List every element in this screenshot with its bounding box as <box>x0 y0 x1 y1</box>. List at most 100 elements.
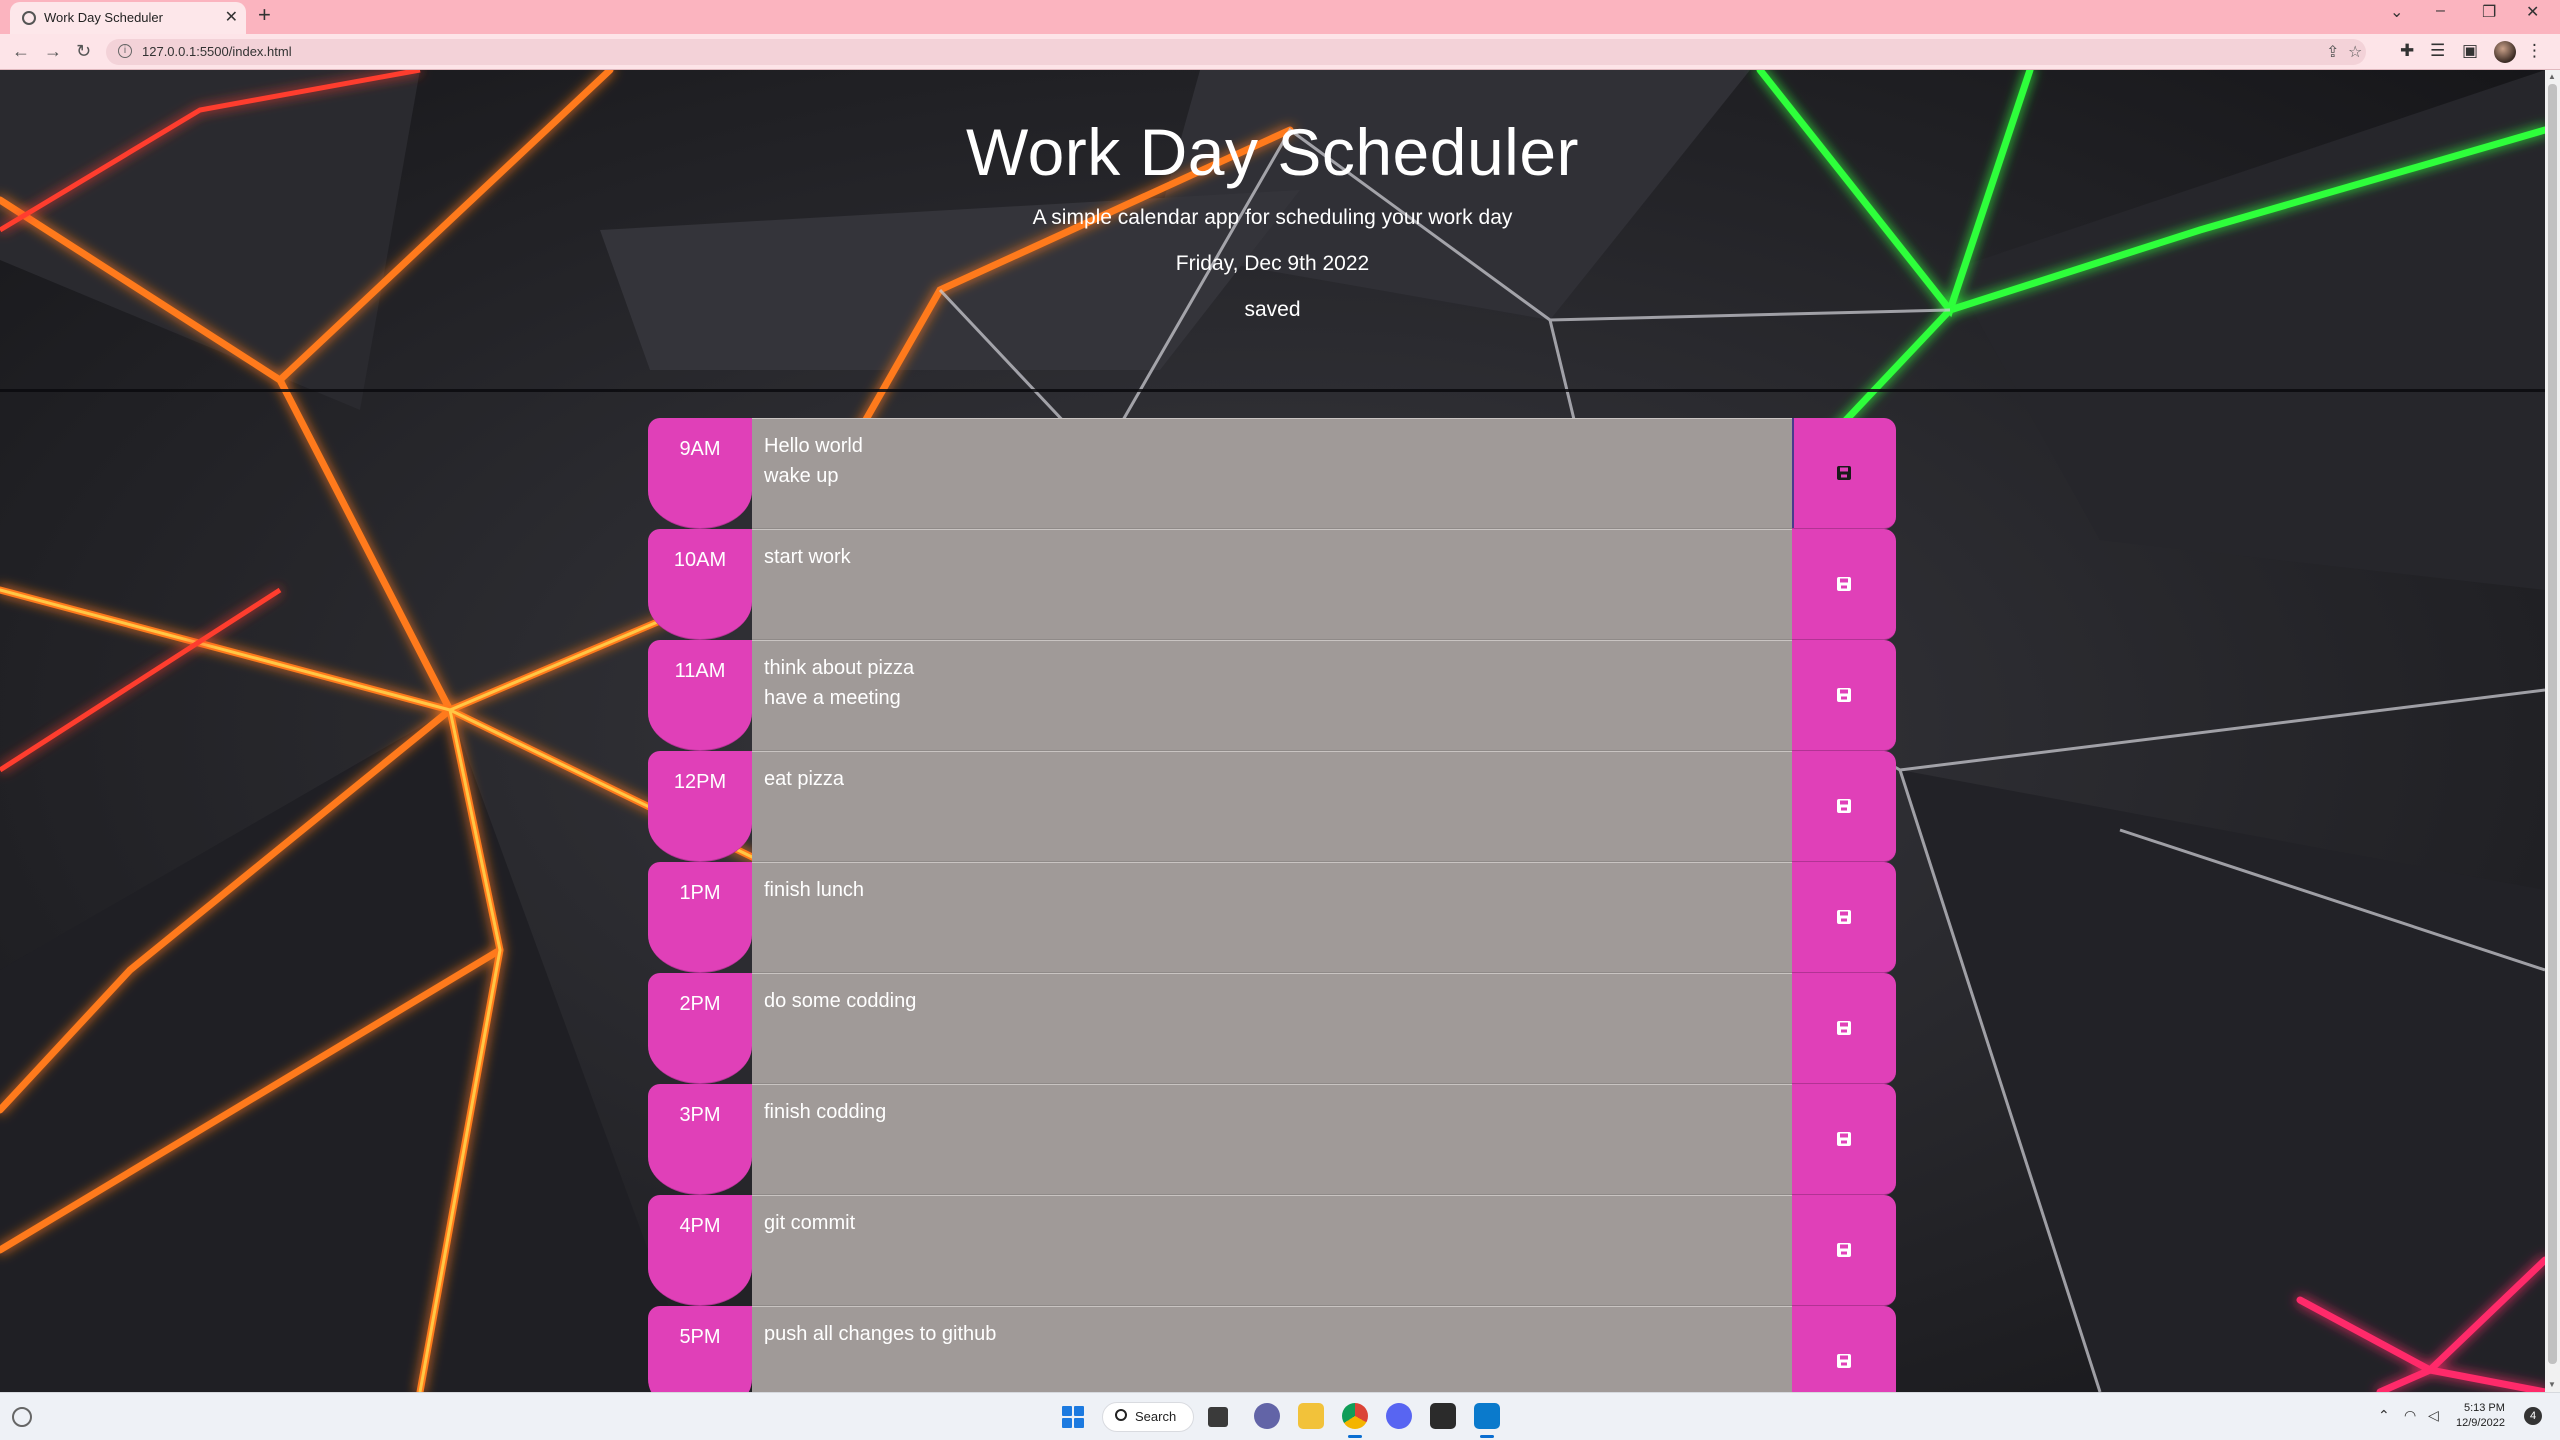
windows-logo-icon <box>1074 1418 1084 1428</box>
floppy-disk-icon <box>1837 1021 1851 1035</box>
active-app-indicator <box>1348 1435 1362 1438</box>
timeblock-row: 3PM finish codding <box>648 1084 1896 1195</box>
floppy-disk-icon <box>1837 577 1851 591</box>
tab-title: Work Day Scheduler <box>44 10 163 25</box>
minimize-button[interactable]: – <box>2436 2 2445 20</box>
scroll-down-icon[interactable]: ▼ <box>2548 1380 2556 1389</box>
reading-list-icon[interactable]: ☰ <box>2430 41 2445 61</box>
profile-avatar[interactable] <box>2494 41 2516 63</box>
hour-label: 10AM <box>648 529 752 640</box>
task-textarea[interactable]: think about pizza have a meeting <box>752 640 1792 751</box>
discord-icon[interactable] <box>1386 1403 1412 1429</box>
save-button[interactable] <box>1792 640 1896 751</box>
floppy-disk-icon <box>1837 910 1851 924</box>
task-line: start work <box>764 546 851 568</box>
task-textarea[interactable]: eat pizza <box>752 751 1792 862</box>
hour-label: 1PM <box>648 862 752 973</box>
file-explorer-icon[interactable] <box>1298 1403 1324 1429</box>
windows-logo-icon <box>1062 1418 1072 1428</box>
hour-label: 9AM <box>648 418 752 529</box>
system-clock[interactable]: 5:13 PM 12/9/2022 <box>2456 1401 2505 1431</box>
hour-label: 2PM <box>648 973 752 1084</box>
task-textarea[interactable]: Hello world wake up <box>752 418 1792 529</box>
browser-tab[interactable]: Work Day Scheduler ✕ <box>10 2 246 34</box>
task-view-icon[interactable] <box>1208 1407 1228 1427</box>
site-info-icon[interactable]: i <box>118 44 132 58</box>
url-text: 127.0.0.1:5500/index.html <box>142 44 292 59</box>
hour-label: 5PM <box>648 1306 752 1392</box>
page-scrollbar[interactable]: ▲ ▼ <box>2545 70 2560 1392</box>
teams-chat-icon[interactable] <box>1254 1403 1280 1429</box>
hour-label: 4PM <box>648 1195 752 1306</box>
reload-icon[interactable]: ↻ <box>76 41 91 62</box>
volume-icon[interactable]: ◁ <box>2428 1407 2439 1424</box>
task-textarea[interactable]: finish codding <box>752 1084 1792 1195</box>
vscode-icon[interactable] <box>1474 1403 1500 1429</box>
scroll-up-icon[interactable]: ▲ <box>2548 72 2556 81</box>
terminal-icon[interactable] <box>1430 1403 1456 1429</box>
page-title: Work Day Scheduler <box>965 115 1580 189</box>
task-textarea[interactable]: do some codding <box>752 973 1792 1084</box>
task-line: finish lunch <box>764 879 865 901</box>
task-line: git commit <box>764 1212 856 1234</box>
timeblock-row: 10AM start work <box>648 529 1896 640</box>
tab-search-icon[interactable]: ⌄ <box>2390 2 2403 22</box>
save-status: saved <box>1244 298 1301 321</box>
windows-logo-icon <box>1074 1406 1084 1416</box>
search-icon <box>1115 1409 1127 1421</box>
task-line: eat pizza <box>764 768 845 790</box>
address-bar[interactable]: i 127.0.0.1:5500/index.html ⇪ ☆ <box>106 39 2366 65</box>
new-tab-button[interactable]: + <box>258 2 271 28</box>
floppy-disk-icon <box>1837 1354 1851 1368</box>
hour-label: 3PM <box>648 1084 752 1195</box>
hour-label: 12PM <box>648 751 752 862</box>
save-button[interactable] <box>1792 418 1896 529</box>
extensions-icon[interactable]: ✚ <box>2400 41 2414 61</box>
close-window-button[interactable]: ✕ <box>2526 2 2539 22</box>
notification-badge[interactable]: 4 <box>2524 1407 2542 1425</box>
task-line: push all changes to github <box>764 1323 997 1345</box>
task-textarea[interactable]: git commit <box>752 1195 1792 1306</box>
clock-time: 5:13 PM <box>2463 1402 2505 1414</box>
task-line: finish codding <box>764 1101 887 1123</box>
side-panel-icon[interactable]: ▣ <box>2462 41 2478 61</box>
floppy-disk-icon <box>1837 688 1851 702</box>
widgets-icon[interactable] <box>12 1407 32 1427</box>
search-label: Search <box>1135 1409 1177 1424</box>
timeblock-row: 1PM finish lunch <box>648 862 1896 973</box>
task-line: have a meeting <box>764 687 901 709</box>
save-button[interactable] <box>1792 1195 1896 1306</box>
forward-icon[interactable]: → <box>44 41 62 62</box>
timeblock-row: 4PM git commit <box>648 1195 1896 1306</box>
timeblock-row: 2PM do some codding <box>648 973 1896 1084</box>
bookmark-star-icon[interactable]: ☆ <box>2348 42 2362 62</box>
wifi-icon[interactable]: ◠ <box>2404 1407 2416 1424</box>
back-icon[interactable]: ← <box>12 41 30 62</box>
share-icon[interactable]: ⇪ <box>2326 42 2339 62</box>
page-subtitle: A simple calendar app for scheduling you… <box>1032 206 1513 229</box>
hour-label: 11AM <box>648 640 752 751</box>
save-button[interactable] <box>1792 862 1896 973</box>
task-line: think about pizza <box>764 657 915 679</box>
save-button[interactable] <box>1792 973 1896 1084</box>
clock-date: 12/9/2022 <box>2456 1417 2505 1429</box>
maximize-button[interactable]: ❐ <box>2482 2 2496 22</box>
task-textarea[interactable]: push all changes to github <box>752 1306 1792 1392</box>
chrome-icon[interactable] <box>1342 1403 1368 1429</box>
task-textarea[interactable]: finish lunch <box>752 862 1792 973</box>
timeblock-row: 11AM think about pizza have a meeting <box>648 640 1896 751</box>
task-textarea[interactable]: start work <box>752 529 1792 640</box>
page-header: Work Day Scheduler A simple calendar app… <box>0 70 2545 392</box>
save-button[interactable] <box>1792 751 1896 862</box>
task-line: Hello world <box>764 435 863 457</box>
menu-icon[interactable]: ⋮ <box>2526 41 2543 61</box>
save-button[interactable] <box>1792 1306 1896 1392</box>
close-tab-icon[interactable]: ✕ <box>225 7 238 27</box>
os-taskbar: Search ⌃ ◠ ◁ 5:13 PM 12/9/2022 4 <box>0 1392 2560 1440</box>
taskbar-search[interactable]: Search <box>1102 1402 1194 1432</box>
save-button[interactable] <box>1792 529 1896 640</box>
tray-overflow-icon[interactable]: ⌃ <box>2378 1407 2390 1424</box>
start-button[interactable] <box>1062 1406 1084 1428</box>
scrollbar-thumb[interactable] <box>2548 84 2557 1364</box>
save-button[interactable] <box>1792 1084 1896 1195</box>
